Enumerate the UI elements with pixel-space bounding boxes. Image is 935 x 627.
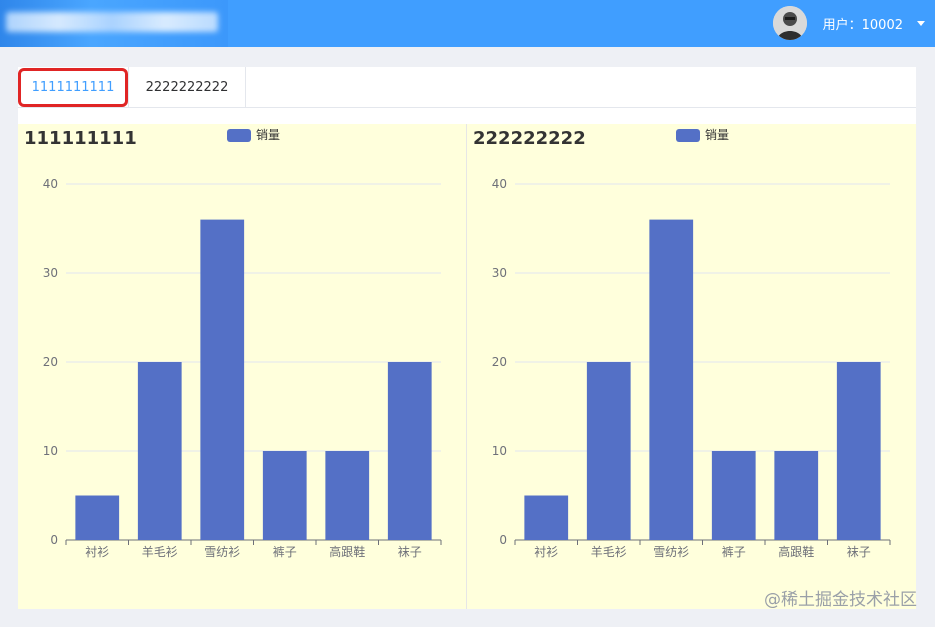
legend-label: 销量 bbox=[705, 128, 729, 142]
y-tick-label: 20 bbox=[43, 355, 58, 369]
tab-bar: 1111111111 2222222222 bbox=[18, 67, 916, 108]
y-tick-label: 30 bbox=[492, 266, 507, 280]
user-id-label[interactable]: 用户：10002 bbox=[823, 14, 903, 33]
top-header: 用户：10002 bbox=[0, 0, 935, 47]
x-tick-label: 裤子 bbox=[273, 545, 297, 559]
bar bbox=[75, 495, 120, 540]
x-tick-label: 雪纺衫 bbox=[204, 545, 240, 559]
bar-chart-right: 222222222 销量 0 10 20 30 40 衬衫 羊毛衫 雪纺衫 裤子 高跟鞋 袜子 bbox=[473, 128, 891, 559]
x-tick-label: 裤子 bbox=[722, 545, 746, 559]
tab-2222222222[interactable]: 2222222222 bbox=[128, 67, 246, 108]
blurred-logo bbox=[6, 12, 218, 32]
bar bbox=[325, 451, 370, 540]
y-tick-label: 40 bbox=[492, 177, 507, 191]
legend-label: 销量 bbox=[256, 128, 280, 142]
y-tick-label: 10 bbox=[492, 444, 507, 458]
bar bbox=[200, 219, 245, 540]
dropdown-caret-icon[interactable] bbox=[917, 20, 925, 26]
chart-title: 222222222 bbox=[473, 128, 586, 149]
legend-swatch bbox=[227, 129, 251, 142]
x-tick-label: 雪纺衫 bbox=[653, 545, 689, 559]
bar bbox=[649, 219, 694, 540]
chart-title: 111111111 bbox=[24, 128, 137, 149]
y-tick-label: 0 bbox=[499, 533, 507, 547]
logo-area bbox=[0, 0, 228, 47]
bar bbox=[524, 495, 569, 540]
x-tick-label: 袜子 bbox=[398, 545, 422, 559]
y-tick-label: 10 bbox=[43, 444, 58, 458]
legend-swatch bbox=[676, 129, 700, 142]
bar bbox=[586, 362, 631, 540]
bar bbox=[774, 451, 819, 540]
chart-panel-right: 222222222 销量 0 10 20 30 40 衬衫 羊毛衫 雪纺衫 裤子 高跟鞋 袜子 bbox=[467, 124, 916, 609]
chart-panel-left: 111111111 销量 0 10 20 30 40 衬衫 羊毛衫 雪纺衫 裤子 高跟鞋 袜子 bbox=[18, 124, 466, 609]
watermark-text: @稀土掘金技术社区 bbox=[764, 590, 917, 610]
y-tick-label: 20 bbox=[492, 355, 507, 369]
bar bbox=[137, 362, 182, 540]
bar bbox=[262, 451, 307, 540]
bar bbox=[387, 362, 432, 540]
bar bbox=[711, 451, 756, 540]
x-tick-label: 高跟鞋 bbox=[778, 544, 814, 559]
user-avatar[interactable] bbox=[772, 6, 807, 40]
x-tick-label: 衬衫 bbox=[85, 545, 109, 559]
main-card: 1111111111 2222222222 111111111 销量 0 10 20 30… bbox=[18, 67, 916, 609]
bar-chart-left: 111111111 销量 0 10 20 30 40 衬衫 羊毛衫 雪纺衫 裤子 高跟鞋 袜子 bbox=[24, 128, 442, 559]
x-tick-label: 高跟鞋 bbox=[329, 544, 365, 559]
y-tick-label: 30 bbox=[43, 266, 58, 280]
y-tick-label: 40 bbox=[43, 177, 58, 191]
x-tick-label: 袜子 bbox=[847, 545, 871, 559]
user-menu[interactable]: 用户：10002 bbox=[772, 6, 925, 40]
y-tick-label: 0 bbox=[50, 533, 58, 547]
bar bbox=[836, 362, 881, 540]
x-tick-label: 羊毛衫 bbox=[142, 544, 178, 559]
tab-highlight-box bbox=[18, 68, 128, 107]
x-tick-label: 羊毛衫 bbox=[591, 544, 627, 559]
x-tick-label: 衬衫 bbox=[534, 545, 558, 559]
